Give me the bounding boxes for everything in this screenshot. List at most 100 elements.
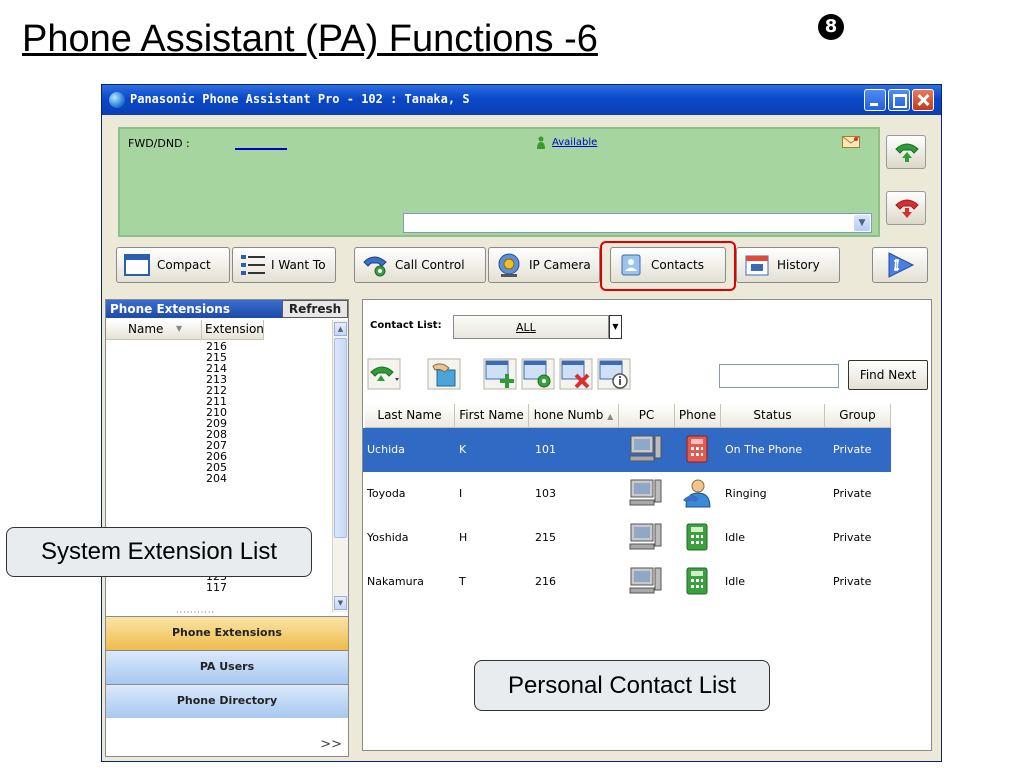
add-contact-icon[interactable] xyxy=(483,358,517,390)
scrollbar-thumb[interactable] xyxy=(334,338,347,538)
cell-group: Private xyxy=(833,443,872,456)
pc-icon xyxy=(629,435,662,462)
tab-pa-users[interactable]: PA Users xyxy=(106,650,348,684)
play-arrow-icon xyxy=(888,252,915,278)
column-header-name[interactable]: Name ▼ xyxy=(106,320,202,340)
fwd-dnd-value-link[interactable] xyxy=(235,148,287,150)
cell-last-name: Toyoda xyxy=(367,487,406,500)
list-icon xyxy=(241,255,265,275)
compact-button[interactable]: Compact xyxy=(116,247,230,283)
pc-icon xyxy=(629,479,662,506)
camera-icon xyxy=(498,253,520,277)
table-row[interactable]: Nakamura T 216 Idle Private xyxy=(363,560,891,604)
table-row[interactable]: Toyoda I 103 Ringing Private xyxy=(363,472,891,516)
status-message-combo[interactable]: ▼ xyxy=(403,213,872,233)
scroll-down-icon[interactable]: ▼ xyxy=(334,596,347,610)
cell-phone-number: 215 xyxy=(535,531,556,544)
extension-item[interactable]: 204 xyxy=(206,473,227,485)
edit-contact-icon[interactable] xyxy=(521,358,555,390)
contact-list-select[interactable]: ALL ▼ xyxy=(453,315,622,339)
refresh-button[interactable]: Refresh xyxy=(282,300,348,318)
personal-contact-list-callout: Personal Contact List xyxy=(474,660,770,711)
contact-list-value: ALL xyxy=(516,321,536,334)
cell-phone-number: 103 xyxy=(535,487,556,500)
maximize-button[interactable] xyxy=(888,89,910,111)
column-header-first-name[interactable]: First Name xyxy=(455,404,529,428)
dial-phone-icon[interactable] xyxy=(367,358,401,390)
history-button[interactable]: History xyxy=(736,247,840,283)
phone-idle-icon xyxy=(686,567,708,595)
cell-first-name: I xyxy=(459,487,463,500)
cell-group: Private xyxy=(833,487,872,500)
phone-gear-icon xyxy=(363,256,387,277)
cell-last-name: Uchida xyxy=(367,443,405,456)
cell-group: Private xyxy=(833,531,872,544)
compact-label: Compact xyxy=(157,258,211,272)
more-tabs-chevron[interactable]: >> xyxy=(320,737,342,752)
hangup-call-button[interactable] xyxy=(886,191,926,225)
calendar-icon xyxy=(745,255,769,276)
presence-link[interactable]: Available xyxy=(552,137,597,148)
find-next-button[interactable]: Find Next xyxy=(848,360,928,390)
scroll-up-icon[interactable]: ▲ xyxy=(334,322,347,336)
ip-camera-label: IP Camera xyxy=(529,258,591,272)
contacts-highlight-ring xyxy=(600,241,736,291)
app-globe-icon xyxy=(109,92,125,108)
column-header-phone-number[interactable]: hone Numb ▲ xyxy=(529,404,619,428)
column-header-pc[interactable]: PC xyxy=(619,404,675,428)
next-arrow-button[interactable] xyxy=(872,247,928,283)
phone-number-header-label: hone Numb xyxy=(533,408,604,422)
mail-icon[interactable] xyxy=(842,136,860,148)
column-name-label: Name xyxy=(128,322,164,336)
status-panel: FWD/DND : Available ▼ xyxy=(118,127,880,237)
call-control-label: Call Control xyxy=(395,258,465,272)
column-header-phone[interactable]: Phone xyxy=(675,404,721,428)
cell-status: Ringing xyxy=(725,487,767,500)
call-control-button[interactable]: Call Control xyxy=(354,247,486,283)
slide-title: Phone Assistant (PA) Functions -6 xyxy=(22,18,598,60)
sort-up-icon: ▲ xyxy=(607,412,614,421)
cell-last-name: Yoshida xyxy=(367,531,409,544)
hangup-phone-icon xyxy=(895,199,919,218)
answer-call-button[interactable] xyxy=(886,135,926,169)
close-button[interactable] xyxy=(912,89,934,111)
pc-icon xyxy=(629,567,662,594)
slide-number-badge: 8 xyxy=(818,14,844,40)
chevron-down-icon[interactable]: ▼ xyxy=(609,315,622,339)
extension-list-scrollbar[interactable]: ▲ ▼ xyxy=(332,320,348,612)
pc-icon xyxy=(629,523,662,550)
table-row[interactable]: Uchida K 101 On The Phone Private xyxy=(363,428,891,472)
column-header-last-name[interactable]: Last Name xyxy=(365,404,455,428)
cell-status: Idle xyxy=(725,575,746,588)
phone-busy-icon xyxy=(686,435,708,463)
history-label: History xyxy=(777,258,820,272)
column-extension-label: Extension xyxy=(205,322,264,336)
cell-first-name: K xyxy=(459,443,467,456)
presence-person-icon xyxy=(537,136,545,149)
extension-item[interactable]: 117 xyxy=(206,582,227,594)
delete-contact-icon[interactable] xyxy=(559,358,593,390)
contact-card-icon[interactable] xyxy=(427,358,461,390)
find-input[interactable] xyxy=(719,364,839,388)
phone-extensions-header: Phone Extensions Refresh xyxy=(106,300,348,318)
cell-first-name: H xyxy=(459,531,468,544)
cell-phone-number: 101 xyxy=(535,443,556,456)
sort-down-icon: ▼ xyxy=(176,324,183,333)
minimize-button[interactable] xyxy=(864,89,886,111)
column-header-status[interactable]: Status xyxy=(721,404,825,428)
cell-first-name: T xyxy=(459,575,466,588)
answer-phone-icon xyxy=(895,143,919,162)
tab-phone-directory[interactable]: Phone Directory xyxy=(106,684,348,718)
window-icon xyxy=(124,254,150,276)
ip-camera-button[interactable]: IP Camera xyxy=(488,247,600,283)
fwd-dnd-label: FWD/DND : xyxy=(128,137,190,150)
i-want-to-button[interactable]: I Want To xyxy=(232,247,336,283)
chevron-down-icon[interactable]: ▼ xyxy=(854,215,870,231)
cell-group: Private xyxy=(833,575,872,588)
table-row[interactable]: Yoshida H 215 Idle Private xyxy=(363,516,891,560)
window-titlebar[interactable]: Panasonic Phone Assistant Pro - 102 : Ta… xyxy=(102,85,941,115)
column-header-extension[interactable]: Extension xyxy=(202,320,264,340)
column-header-group[interactable]: Group xyxy=(825,404,891,428)
tab-phone-extensions[interactable]: Phone Extensions xyxy=(106,616,348,650)
contact-info-icon[interactable] xyxy=(597,358,631,390)
